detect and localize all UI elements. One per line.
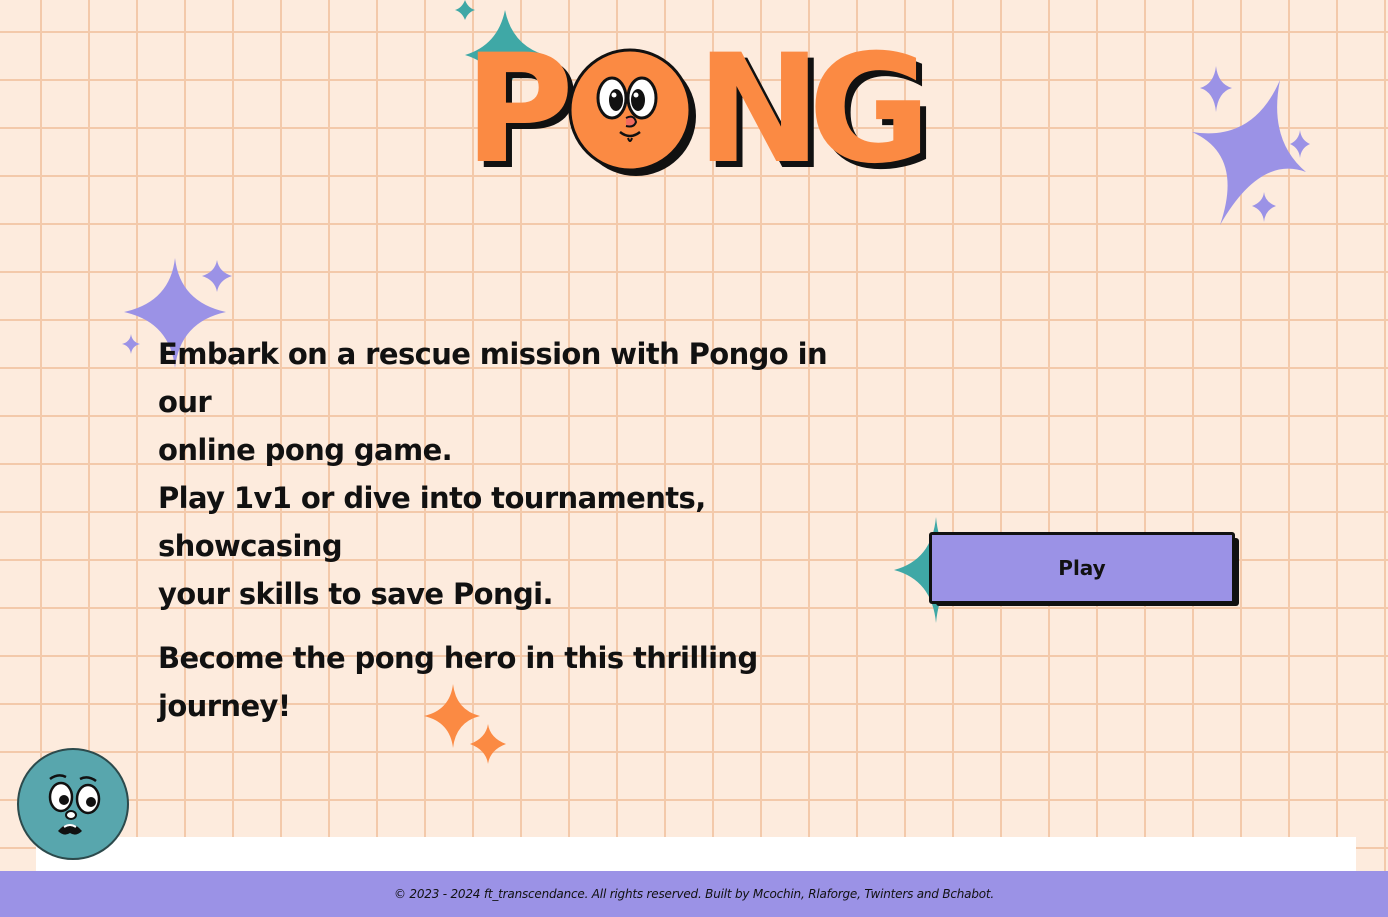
intro-line: online pong game. [158, 433, 453, 467]
title-letter-p: P [464, 23, 574, 197]
intro-description: Embark on a rescue mission with Pongo in… [158, 330, 878, 730]
play-button[interactable]: Play [929, 532, 1235, 604]
intro-line: Play 1v1 or dive into tournaments, showc… [158, 481, 706, 563]
title-letter-n: N [696, 23, 822, 197]
purple-sparkle-icon [1192, 66, 1310, 225]
pongo-face-icon [568, 48, 696, 176]
footer-copyright: © 2023 - 2024 ft_transcendance. All righ… [393, 887, 994, 901]
orange-sparkle-icon [424, 684, 506, 764]
footer-divider [36, 837, 1356, 871]
intro-tagline: Become the pong hero in this thrilling j… [158, 641, 758, 723]
intro-line: your skills to save Pongi. [158, 577, 554, 611]
game-title-logo: P N G [462, 23, 942, 197]
play-button-label: Play [1058, 556, 1106, 580]
site-footer: © 2023 - 2024 ft_transcendance. All righ… [0, 871, 1388, 917]
worried-face-icon [17, 748, 129, 860]
intro-line: Embark on a rescue mission with Pongo in… [158, 337, 828, 419]
title-letter-g: G [808, 23, 931, 197]
